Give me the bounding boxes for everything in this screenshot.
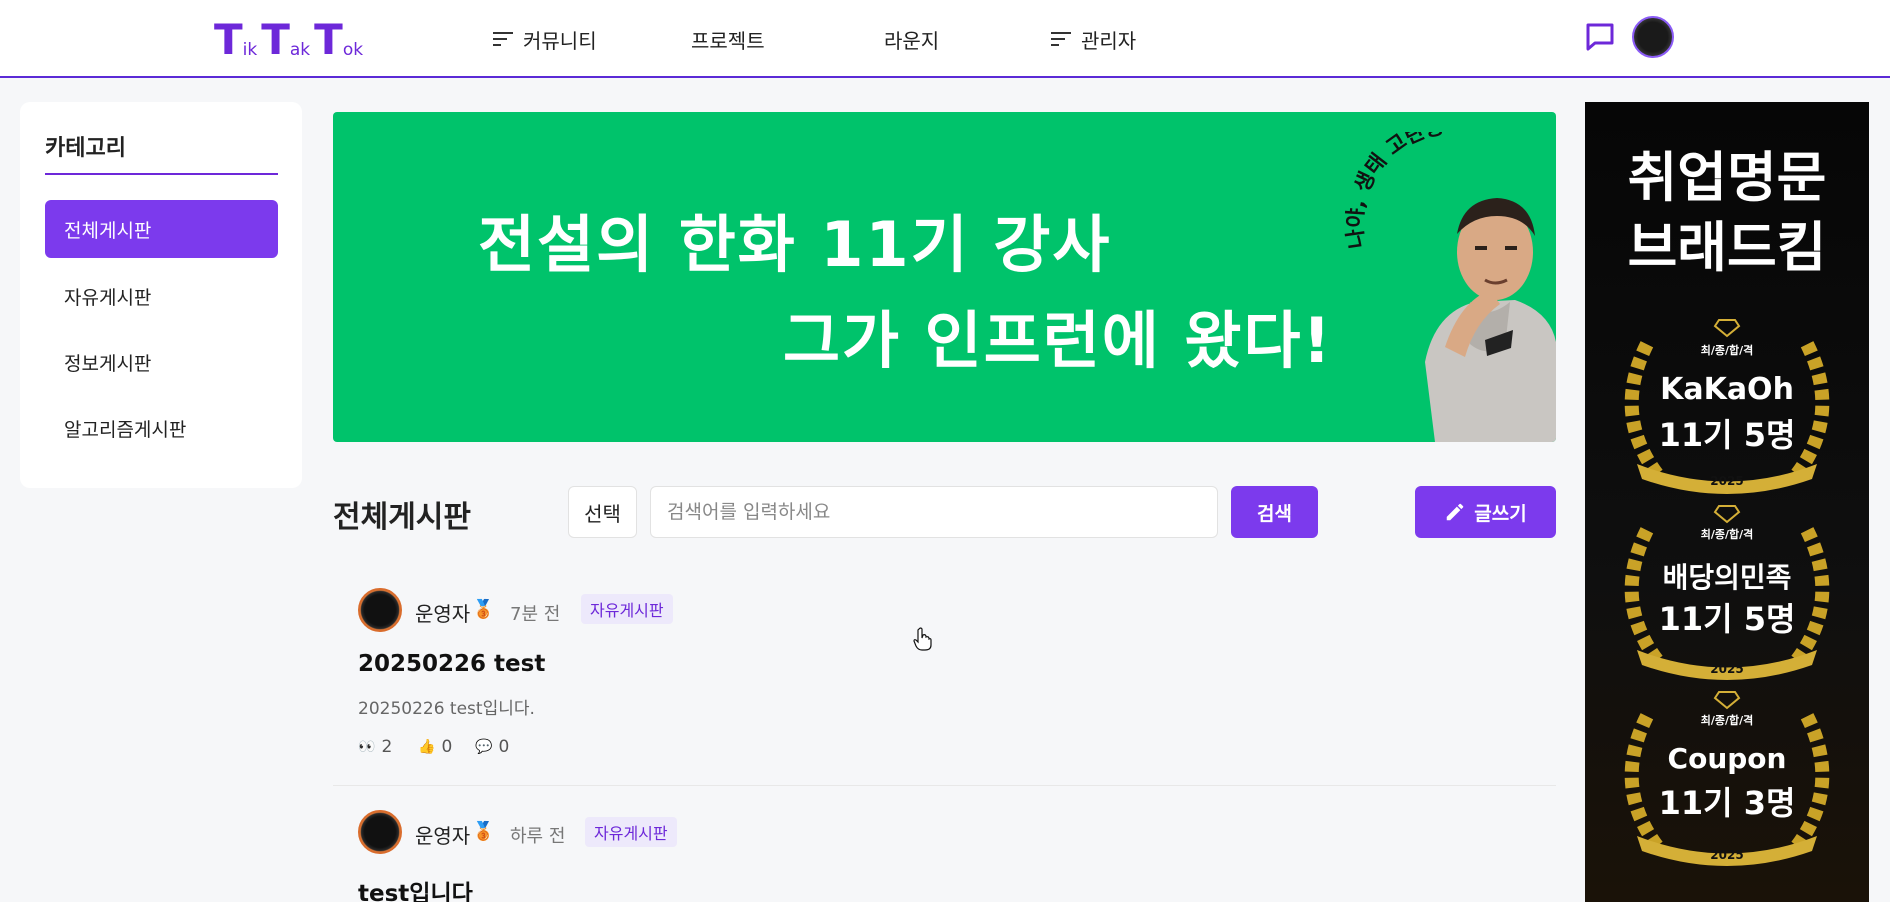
- search-input[interactable]: [650, 486, 1218, 538]
- top-header: T ik T ak T ok 커뮤니티 프로젝트 라운지 관리자: [0, 0, 1890, 78]
- nav-project[interactable]: 프로젝트: [691, 22, 765, 56]
- nav-label: 커뮤니티: [523, 28, 597, 53]
- post-title[interactable]: test입니다: [358, 874, 473, 902]
- sidebar-item-info-board[interactable]: 정보게시판: [45, 333, 278, 391]
- medal-icon: 🥉: [472, 599, 495, 620]
- sidebar-item-label: 알고리즘게시판: [64, 418, 187, 441]
- hand-cursor-icon: [913, 627, 932, 651]
- post-item[interactable]: 운영자 🥉 7분 전 자유게시판 20250226 test 20250226 …: [333, 574, 1556, 786]
- sidebar-item-label: 정보게시판: [64, 352, 152, 375]
- search-type-select[interactable]: 선택: [568, 486, 637, 538]
- search-button-label: 검색: [1257, 502, 1292, 525]
- ad-badge-line1: KaKaOh: [1660, 372, 1794, 407]
- post-comments: 💬 0: [475, 737, 509, 757]
- nav-admin[interactable]: 관리자: [1051, 22, 1136, 56]
- author-avatar[interactable]: [358, 810, 402, 854]
- sidebar-item-all-board[interactable]: 전체게시판: [45, 200, 278, 258]
- post-category-tag[interactable]: 자유게시판: [585, 817, 677, 847]
- banner-subheadline: 그가 인프런에 왔다!: [783, 304, 1333, 377]
- post-time: 7분 전: [510, 604, 561, 625]
- logo-suffix: ik: [242, 40, 258, 60]
- ad-badge-small: 최/종/합/격: [1700, 714, 1754, 727]
- ad-badge-line2: 11기 5명: [1658, 600, 1796, 638]
- likes-count: 0: [441, 737, 453, 757]
- post-item[interactable]: 운영자 🥉 하루 전 자유게시판 test입니다: [333, 786, 1556, 902]
- chat-bubble-icon[interactable]: [1584, 22, 1616, 52]
- ad-badge-line2: 11기 5명: [1658, 416, 1796, 454]
- ad-award-badge: 최/종/합/격 KaKaOh 11기 5명 2025: [1607, 314, 1847, 494]
- ad-badge-small: 최/종/합/격: [1700, 344, 1754, 357]
- search-button[interactable]: 검색: [1231, 486, 1318, 538]
- sidebar-title: 카테고리: [45, 136, 126, 161]
- post-author[interactable]: 운영자: [415, 598, 470, 627]
- post-time: 하루 전: [510, 826, 566, 847]
- board-title: 전체게시판: [333, 500, 471, 535]
- write-post-button[interactable]: 글쓰기: [1415, 486, 1556, 538]
- sidebar-item-free-board[interactable]: 자유게시판: [45, 267, 278, 325]
- logo[interactable]: T ik T ak T ok: [214, 15, 367, 64]
- instructor-photo: [1425, 198, 1556, 442]
- ad-badge-year: 2025: [1710, 474, 1744, 488]
- ad-title-line1: 취업명문: [1627, 146, 1827, 209]
- select-label: 선택: [584, 501, 621, 526]
- banner-headline: 전설의 한화 11기 강사: [478, 208, 1112, 281]
- nav-community[interactable]: 커뮤니티: [493, 22, 597, 56]
- post-category-tag[interactable]: 자유게시판: [581, 594, 673, 624]
- user-avatar[interactable]: [1632, 16, 1674, 58]
- sidebar-divider: [45, 173, 278, 175]
- post-excerpt: 20250226 test입니다.: [358, 699, 535, 719]
- post-title[interactable]: 20250226 test: [358, 651, 545, 677]
- logo-letter: T: [314, 15, 343, 64]
- ad-badge-line1: Coupon: [1667, 742, 1787, 775]
- promo-banner[interactable]: 전설의 한화 11기 강사 그가 인프런에 왔다! 나야, 생태 고란종: [333, 112, 1556, 442]
- logo-suffix: ak: [289, 40, 311, 60]
- sidebar-item-algorithm-board[interactable]: 알고리즘게시판: [45, 399, 278, 457]
- post-likes: 👍 0: [418, 737, 452, 757]
- ad-badge-year: 2025: [1710, 662, 1744, 676]
- nav-label: 관리자: [1081, 28, 1137, 53]
- logo-letter: T: [214, 15, 243, 64]
- nav-lounge[interactable]: 라운지: [884, 22, 939, 56]
- pencil-icon: [1447, 503, 1464, 521]
- ad-badge-line2: 11기 3명: [1658, 784, 1796, 822]
- sidebar-item-label: 자유게시판: [64, 286, 152, 309]
- sidebar-item-label: 전체게시판: [64, 219, 152, 242]
- eyes-icon: 👀: [358, 739, 376, 755]
- ad-badge-year: 2025: [1710, 848, 1744, 862]
- category-sidebar: 카테고리 전체게시판 자유게시판 정보게시판 알고리즘게시판: [20, 102, 302, 488]
- comments-count: 0: [498, 737, 510, 757]
- ad-badge-line1: 배당의민족: [1662, 561, 1792, 594]
- logo-letter: T: [261, 15, 290, 64]
- thumbs-up-icon: 👍: [418, 739, 436, 755]
- ad-badge-small: 최/종/합/격: [1700, 528, 1754, 541]
- side-advertisement[interactable]: 취업명문 브래드킴 최/종/합/격 KaKaOh 11기 5명 2025 최/종…: [1585, 102, 1869, 902]
- author-avatar[interactable]: [358, 588, 402, 632]
- post-views: 👀 2: [358, 737, 392, 757]
- menu-icon: [493, 32, 513, 46]
- comment-icon: 💬: [475, 739, 493, 755]
- post-author[interactable]: 운영자: [415, 820, 470, 849]
- logo-suffix: ok: [342, 40, 364, 60]
- write-button-label: 글쓰기: [1474, 502, 1527, 525]
- menu-icon: [1051, 32, 1071, 46]
- ad-award-badge: 최/종/합/격 Coupon 11기 3명 2025: [1607, 686, 1847, 866]
- nav-label: 프로젝트: [691, 28, 765, 53]
- medal-icon: 🥉: [472, 821, 495, 842]
- nav-label: 라운지: [884, 28, 940, 53]
- ad-title-line2: 브래드킴: [1627, 216, 1827, 279]
- views-count: 2: [381, 737, 393, 757]
- ad-award-badge: 최/종/합/격 배당의민족 11기 5명 2025: [1607, 500, 1847, 680]
